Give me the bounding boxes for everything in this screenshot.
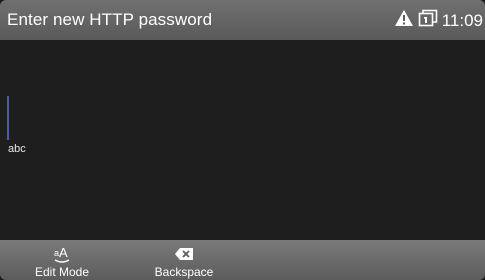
backspace-button[interactable]: Backspace — [134, 240, 234, 280]
clock-time: 11:09 — [441, 10, 483, 30]
status-area: 11:09 — [394, 9, 483, 32]
window-icon — [418, 9, 438, 32]
password-input-area[interactable]: abc — [0, 40, 485, 240]
phone-screen: Enter new HTTP password 11:09 abc a A Ed… — [0, 0, 485, 280]
warning-icon — [394, 9, 414, 32]
edit-mode-icon: a A — [52, 244, 72, 264]
text-cursor — [7, 96, 9, 140]
input-mode-label: abc — [8, 143, 26, 155]
edit-mode-label: Edit Mode — [34, 265, 90, 279]
softkey-bar: a A Edit Mode Backspace — [0, 240, 485, 280]
backspace-label: Backspace — [154, 265, 214, 279]
page-title: Enter new HTTP password — [7, 10, 213, 29]
edit-mode-button[interactable]: a A Edit Mode — [12, 240, 112, 280]
svg-text:A: A — [59, 245, 68, 260]
title-bar: Enter new HTTP password 11:09 — [0, 0, 485, 40]
backspace-icon — [174, 244, 194, 264]
